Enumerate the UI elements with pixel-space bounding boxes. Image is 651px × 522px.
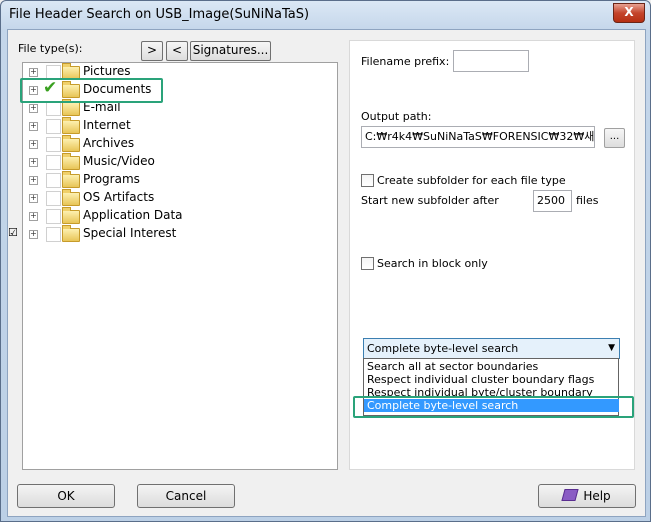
expand-plus-icon[interactable]: +: [29, 140, 38, 149]
tree-checkbox[interactable]: [46, 119, 61, 134]
dialog-window: File Header Search on USB_Image(SuNiNaTa…: [0, 0, 651, 522]
expand-plus-icon[interactable]: +: [29, 122, 38, 131]
cancel-button[interactable]: Cancel: [137, 484, 235, 508]
tree-node-internet[interactable]: + Internet: [23, 117, 323, 135]
tree-checkbox[interactable]: [46, 209, 61, 224]
tree-node-label: Programs: [83, 172, 140, 186]
start-subfolder-label: Start new subfolder after: [361, 194, 499, 207]
expand-plus-icon[interactable]: +: [29, 68, 38, 77]
file-type-tree[interactable]: + Pictures + ✔ Documents + E-mail + Inte…: [20, 62, 338, 470]
tree-checkbox[interactable]: [46, 173, 61, 188]
search-mode-option[interactable]: Respect individual cluster boundary flag…: [364, 373, 619, 386]
expand-plus-icon[interactable]: +: [29, 230, 38, 239]
folder-icon: [62, 153, 80, 170]
window-title: File Header Search on USB_Image(SuNiNaTa…: [9, 7, 310, 22]
tree-node-label: Music/Video: [83, 154, 155, 168]
files-label: files: [576, 194, 599, 207]
tree-checkbox[interactable]: [46, 101, 61, 116]
create-subfolder-label: Create subfolder for each file type: [377, 174, 566, 187]
browse-button[interactable]: ...: [604, 128, 625, 148]
create-subfolder-checkbox[interactable]: [361, 174, 374, 187]
help-button[interactable]: Help: [538, 484, 636, 508]
folder-icon: [62, 171, 80, 188]
title-bar[interactable]: File Header Search on USB_Image(SuNiNaTa…: [1, 1, 650, 29]
tree-node-special-interest[interactable]: + Special Interest: [23, 225, 323, 243]
expand-plus-icon[interactable]: +: [29, 194, 38, 203]
folder-icon: [62, 207, 80, 224]
expand-button[interactable]: >: [141, 41, 163, 61]
output-path-label: Output path:: [361, 110, 432, 123]
expand-plus-icon[interactable]: +: [29, 212, 38, 221]
collapse-button[interactable]: <: [166, 41, 188, 61]
folder-icon: [62, 117, 80, 134]
chevron-down-icon[interactable]: ▼: [608, 339, 615, 358]
options-panel: Filename prefix: Output path: C:₩r4k4₩Su…: [349, 40, 635, 470]
tree-node-label: Internet: [83, 118, 131, 132]
output-path-input[interactable]: C:₩r4k4₩SuNiNaTaS₩FORENSIC₩32₩새: [361, 126, 595, 148]
tree-node-music-video[interactable]: + Music/Video: [23, 153, 323, 171]
signatures-button[interactable]: Signatures...: [190, 41, 271, 61]
byte-level-highlight: [353, 396, 634, 418]
checked-box-icon[interactable]: ☑: [8, 226, 18, 239]
tree-node-application-data[interactable]: + Application Data: [23, 207, 323, 225]
file-types-label: File type(s):: [18, 42, 83, 55]
block-only-label: Search in block only: [377, 257, 488, 270]
tree-checkbox[interactable]: [46, 191, 61, 206]
expand-plus-icon[interactable]: +: [29, 104, 38, 113]
tree-checkbox[interactable]: [46, 155, 61, 170]
tree-node-label: OS Artifacts: [83, 190, 155, 204]
expand-plus-icon[interactable]: +: [29, 176, 38, 185]
expand-plus-icon[interactable]: +: [29, 158, 38, 167]
tree-checkbox[interactable]: [46, 227, 61, 242]
help-label: Help: [583, 489, 611, 503]
dialog-body: File type(s): > < Signatures... ☑ + Pict…: [7, 29, 646, 517]
folder-icon: [62, 99, 80, 116]
tree-node-label: Special Interest: [83, 226, 177, 240]
tree-node-archives[interactable]: + Archives: [23, 135, 323, 153]
search-mode-select[interactable]: Complete byte-level search ▼: [363, 338, 620, 359]
help-book-icon: [561, 489, 579, 501]
start-subfolder-input[interactable]: 2500: [533, 190, 572, 212]
search-mode-value: Complete byte-level search: [367, 342, 519, 355]
filename-prefix-label: Filename prefix:: [361, 55, 450, 68]
filename-prefix-input[interactable]: [453, 50, 529, 72]
documents-highlight: [20, 78, 163, 103]
close-button[interactable]: X: [613, 3, 645, 23]
block-only-checkbox[interactable]: [361, 257, 374, 270]
tree-node-programs[interactable]: + Programs: [23, 171, 323, 189]
ok-button[interactable]: OK: [17, 484, 115, 508]
tree-checkbox[interactable]: [46, 137, 61, 152]
folder-icon: [62, 225, 80, 242]
tree-node-label: Archives: [83, 136, 135, 150]
tree-node-os-artifacts[interactable]: + OS Artifacts: [23, 189, 323, 207]
tree-node-label: Pictures: [83, 64, 131, 78]
folder-icon: [62, 135, 80, 152]
tree-node-label: Application Data: [83, 208, 183, 222]
folder-icon: [62, 189, 80, 206]
search-mode-option[interactable]: Search all at sector boundaries: [364, 360, 619, 373]
